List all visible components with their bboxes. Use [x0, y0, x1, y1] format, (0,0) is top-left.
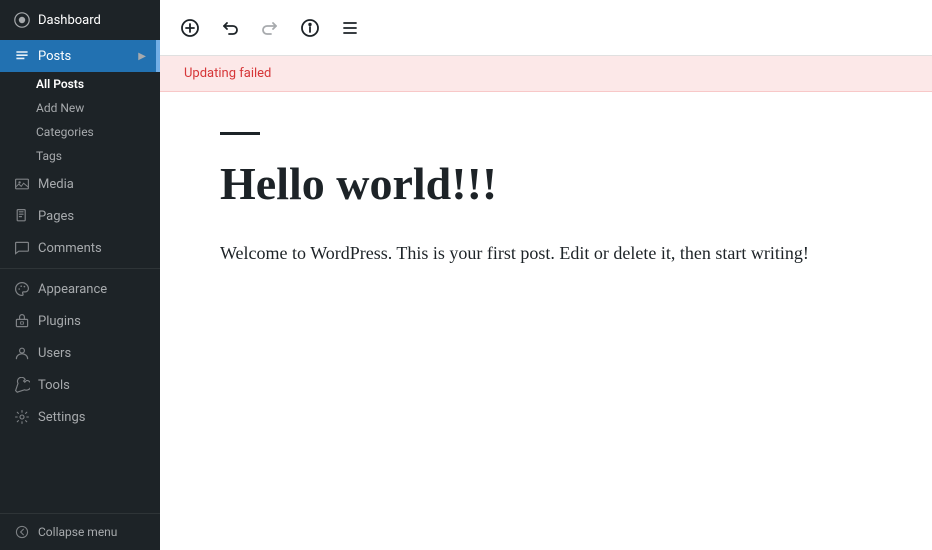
sidebar-item-plugins-label: Plugins [38, 314, 81, 329]
redo-button[interactable] [252, 10, 288, 46]
sidebar-item-media-label: Media [38, 177, 74, 192]
add-block-button[interactable] [172, 10, 208, 46]
sidebar-sub-all-posts[interactable]: All Posts [0, 72, 160, 96]
collapse-icon [14, 524, 30, 540]
sidebar: Dashboard Posts ▶ All Posts Add New Cate… [0, 0, 160, 550]
sidebar-item-media[interactable]: Media [0, 168, 160, 200]
sidebar-item-comments-label: Comments [38, 241, 102, 256]
sidebar-item-comments[interactable]: Comments [0, 232, 160, 264]
undo-button[interactable] [212, 10, 248, 46]
sidebar-item-posts[interactable]: Posts ▶ [0, 40, 160, 72]
error-banner: Updating failed [160, 56, 932, 92]
pages-icon [14, 208, 30, 224]
dashboard-icon [14, 12, 30, 28]
sidebar-item-users-label: Users [38, 346, 71, 361]
posts-icon [14, 48, 30, 64]
sidebar-sub-tags[interactable]: Tags [0, 144, 160, 168]
plugins-icon [14, 313, 30, 329]
sidebar-item-tools-label: Tools [38, 378, 70, 393]
sidebar-item-settings-label: Settings [38, 410, 85, 425]
sidebar-sub-categories[interactable]: Categories [0, 120, 160, 144]
sidebar-item-tools[interactable]: Tools [0, 369, 160, 401]
add-new-label: Add New [36, 101, 84, 115]
main-content: Updating failed Hello world!!! Welcome t… [160, 0, 932, 550]
categories-label: Categories [36, 125, 94, 139]
collapse-menu[interactable]: Collapse menu [0, 513, 160, 550]
sidebar-sub-add-new[interactable]: Add New [0, 96, 160, 120]
sidebar-item-pages[interactable]: Pages [0, 200, 160, 232]
collapse-menu-label: Collapse menu [38, 525, 117, 539]
sidebar-item-pages-label: Pages [38, 209, 74, 224]
all-posts-label: All Posts [36, 77, 84, 91]
sidebar-item-posts-label: Posts [38, 49, 71, 64]
settings-icon [14, 409, 30, 425]
editor-area[interactable]: Hello world!!! Welcome to WordPress. Thi… [160, 92, 932, 550]
list-view-button[interactable] [332, 10, 368, 46]
tools-icon [14, 377, 30, 393]
details-button[interactable] [292, 10, 328, 46]
sidebar-item-appearance-label: Appearance [38, 282, 107, 297]
sidebar-item-settings[interactable]: Settings [0, 401, 160, 433]
sidebar-item-plugins[interactable]: Plugins [0, 305, 160, 337]
posts-arrow: ▶ [138, 51, 146, 62]
post-title[interactable]: Hello world!!! [220, 159, 872, 210]
users-icon [14, 345, 30, 361]
media-icon [14, 176, 30, 192]
appearance-icon [14, 281, 30, 297]
sidebar-item-appearance[interactable]: Appearance [0, 273, 160, 305]
post-separator [220, 132, 260, 135]
sidebar-logo-label: Dashboard [38, 13, 101, 28]
comments-icon [14, 240, 30, 256]
tags-label: Tags [36, 149, 62, 163]
toolbar [160, 0, 932, 56]
sidebar-item-users[interactable]: Users [0, 337, 160, 369]
sidebar-logo[interactable]: Dashboard [0, 0, 160, 40]
error-message: Updating failed [184, 66, 271, 81]
post-body[interactable]: Welcome to WordPress. This is your first… [220, 238, 840, 269]
sidebar-divider-1 [0, 268, 160, 269]
